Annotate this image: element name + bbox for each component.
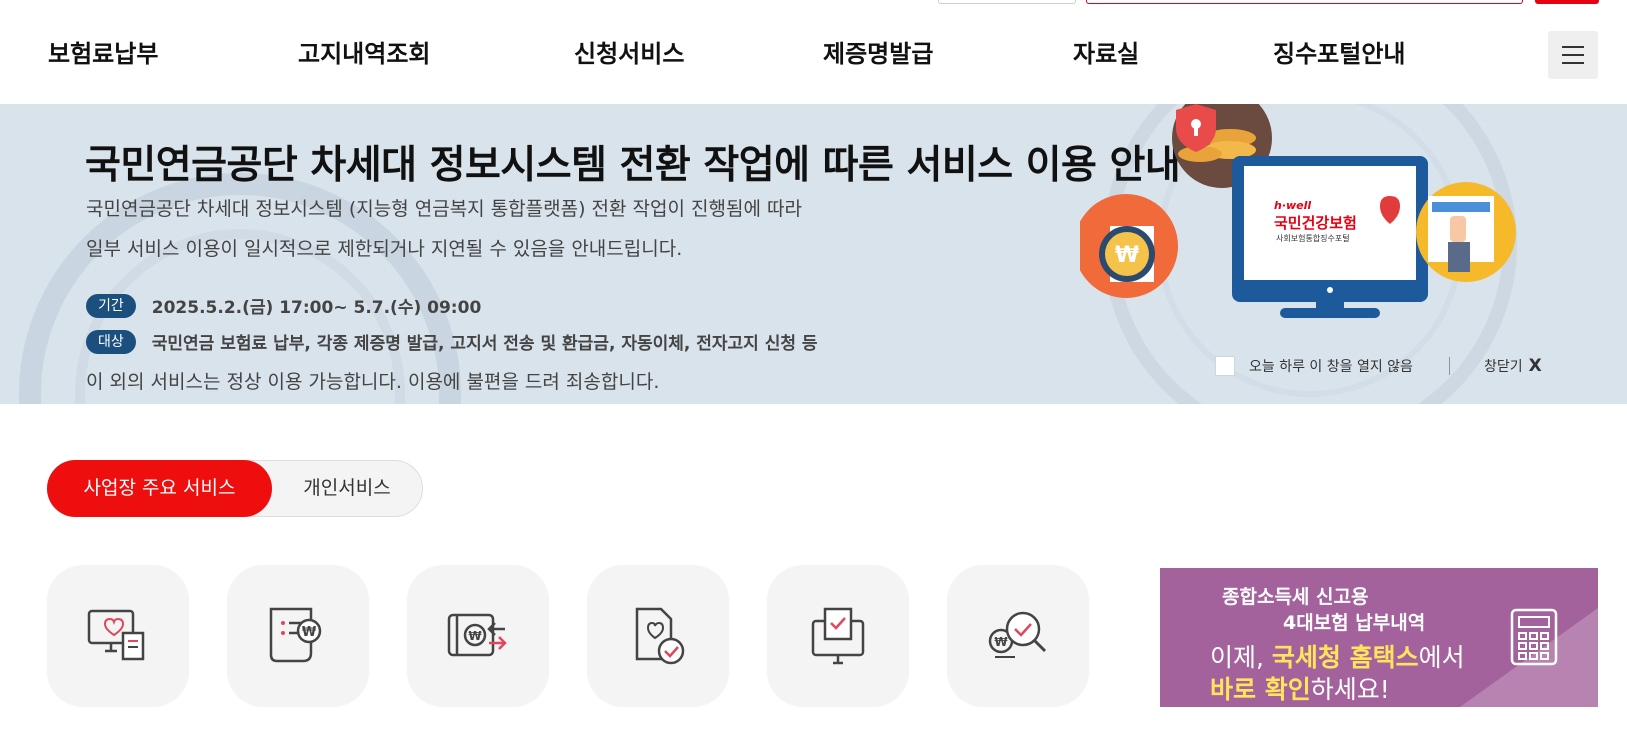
quick-service-1[interactable] xyxy=(47,565,189,707)
hometax-promo-banner[interactable]: 종합소득세 신고용 4대보험 납부내역 이제, 국세청 홈택스에서 바로 확인하… xyxy=(1160,568,1598,707)
brand-sub-label: 사회보험통합징수포털 xyxy=(1276,234,1350,243)
promo-line-3: 이제, 국세청 홈택스에서 xyxy=(1210,643,1465,672)
brand-main-label: 국민건강보험 xyxy=(1274,214,1357,232)
monitor-heart-receipt-icon xyxy=(87,609,145,661)
svg-text:₩: ₩ xyxy=(994,635,1008,649)
brand-small-label: h·well xyxy=(1274,199,1312,212)
computer-check-icon xyxy=(811,607,865,665)
quick-service-5[interactable] xyxy=(767,565,909,707)
tab-business-services[interactable]: 사업장 주요 서비스 xyxy=(47,460,272,517)
dont-show-today-label[interactable]: 오늘 하루 이 창을 열지 않음 xyxy=(1249,356,1413,376)
calculator-icon xyxy=(1510,608,1558,666)
notice-description-line-1: 국민연금공단 차세대 정보시스템 (지능형 연금복지 통합플랫폼) 전환 작업이… xyxy=(86,198,802,220)
dismiss-divider xyxy=(1448,357,1450,375)
notice-target-row: 대상 국민연금 보험료 납부, 각종 제증명 발급, 고지서 전송 및 환급금,… xyxy=(86,329,818,354)
period-value: 2025.5.2.(금) 17:00~ 5.7.(수) 09:00 xyxy=(151,298,482,318)
notice-banner: 국민연금공단 차세대 정보시스템 전환 작업에 따른 서비스 이용 안내 국민연… xyxy=(0,104,1627,404)
promo-line-4: 바로 확인하세요! xyxy=(1210,675,1390,704)
nav-item-certificate-issue[interactable]: 제증명발급 xyxy=(823,34,933,69)
notice-description-line-2: 일부 서비스 이용이 일시적으로 제한되거나 지연될 수 있음을 안내드립니다. xyxy=(86,238,683,260)
quick-service-4[interactable] xyxy=(587,565,729,707)
notice-dismiss-bar: 오늘 하루 이 창을 열지 않음 창닫기 X xyxy=(1215,356,1542,376)
quick-service-6[interactable]: ₩ xyxy=(947,565,1089,707)
won-search-icon: ₩ xyxy=(988,611,1047,658)
close-notice-button[interactable]: 창닫기 X xyxy=(1484,356,1542,376)
promo-line-2: 4대보험 납부내역 xyxy=(1283,612,1426,634)
nav-item-application-service[interactable]: 신청서비스 xyxy=(574,34,684,69)
tab-personal-services[interactable]: 개인서비스 xyxy=(272,460,422,517)
target-badge: 대상 xyxy=(86,329,136,354)
hamburger-menu-icon[interactable] xyxy=(1548,31,1598,79)
svg-text:₩: ₩ xyxy=(302,625,317,640)
close-icon: X xyxy=(1528,356,1542,376)
nav-item-notice-inquiry[interactable]: 고지내역조회 xyxy=(298,34,430,69)
quick-service-2[interactable]: ₩ xyxy=(227,565,369,707)
svg-text:₩: ₩ xyxy=(1115,243,1139,268)
quick-service-3[interactable]: ₩ xyxy=(407,565,549,707)
nav-item-archive[interactable]: 자료실 xyxy=(1073,34,1139,69)
service-tabs: 사업장 주요 서비스 개인서비스 xyxy=(47,460,423,517)
document-check-icon xyxy=(635,607,685,665)
document-won-icon: ₩ xyxy=(269,607,322,663)
nav-item-premium-payment[interactable]: 보험료납부 xyxy=(48,34,158,69)
close-notice-label: 창닫기 xyxy=(1483,359,1523,375)
svg-text:₩: ₩ xyxy=(468,629,482,643)
period-badge: 기간 xyxy=(86,293,136,318)
nav-item-portal-guide[interactable]: 징수포털안내 xyxy=(1273,34,1405,69)
promo-line-1: 종합소득세 신고용 xyxy=(1222,586,1369,608)
notice-title: 국민연금공단 차세대 정보시스템 전환 작업에 따른 서비스 이용 안내 xyxy=(85,143,1181,188)
target-value: 국민연금 보험료 납부, 각종 제증명 발급, 고지서 전송 및 환급금, 자동… xyxy=(151,334,818,354)
notice-period-row: 기간 2025.5.2.(금) 17:00~ 5.7.(수) 09:00 xyxy=(86,293,481,318)
notice-footer-text: 이 외의 서비스는 정상 이용 가능합니다. 이용에 불편을 드려 죄송합니다. xyxy=(86,371,660,393)
main-navigation: 보험료납부 고지내역조회 신청서비스 제증명발급 자료실 징수포털안내 xyxy=(0,0,1627,104)
card-transfer-icon: ₩ xyxy=(447,613,507,657)
dont-show-today-checkbox[interactable] xyxy=(1215,356,1235,376)
